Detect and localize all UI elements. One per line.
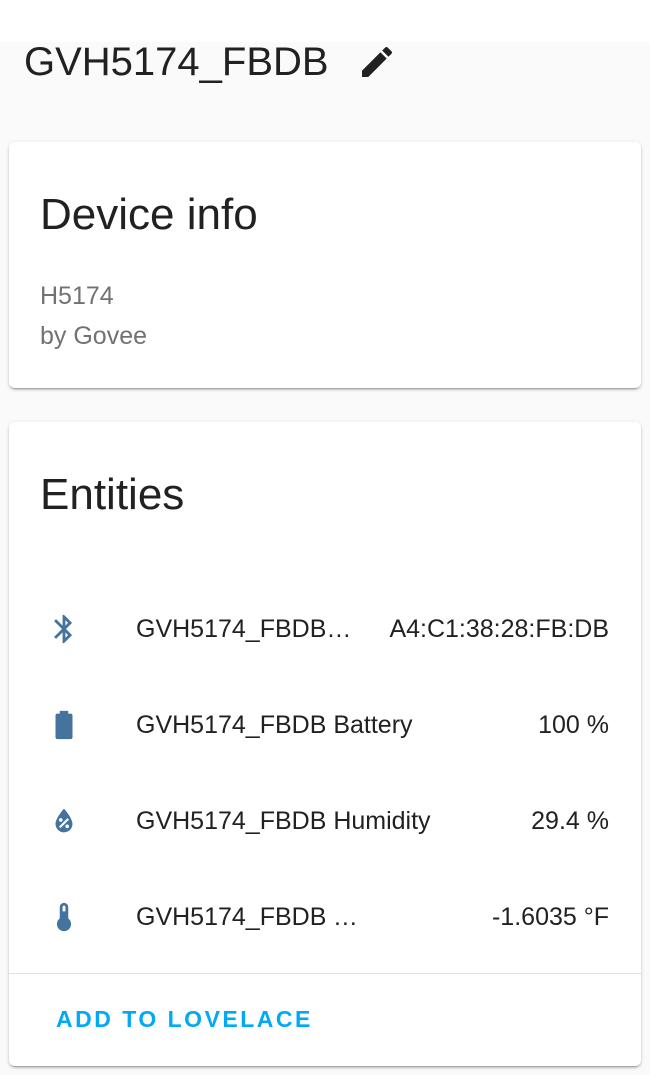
entity-row-battery[interactable]: GVH5174_FBDB Battery 100 % — [9, 693, 641, 757]
add-to-lovelace-button[interactable]: ADD TO LOVELACE — [56, 1006, 313, 1033]
entity-name: GVH5174_FBDB Battery — [136, 710, 413, 739]
entity-name: GVH5174_FBDB Temper… — [136, 902, 364, 931]
edit-button[interactable] — [357, 42, 397, 82]
device-title: GVH5174_FBDB — [24, 39, 329, 84]
thermometer-icon — [47, 897, 81, 937]
entity-value: -1.6035 °F — [491, 902, 609, 931]
device-model: H5174 — [40, 282, 114, 310]
card-divider — [9, 973, 641, 974]
entity-row-temperature[interactable]: GVH5174_FBDB Temper… -1.6035 °F — [9, 885, 641, 949]
entity-name: GVH5174_FBDB… — [136, 614, 352, 643]
entity-value: A4:C1:38:28:FB:DB — [389, 614, 609, 643]
device-info-title: Device info — [40, 190, 258, 239]
device-manufacturer: by Govee — [40, 322, 148, 350]
bluetooth-icon — [47, 609, 81, 649]
water-percent-icon — [47, 801, 81, 841]
entities-title: Entities — [40, 470, 185, 519]
entity-name: GVH5174_FBDB Humidity — [136, 806, 431, 835]
entities-card: Entities GVH5174_FBDB… A4:C1:38:28:FB:DB… — [9, 422, 641, 1066]
entity-value: 100 % — [538, 710, 609, 739]
battery-icon — [47, 705, 81, 745]
device-header: GVH5174_FBDB — [24, 38, 397, 86]
entity-row-humidity[interactable]: GVH5174_FBDB Humidity 29.4 % — [9, 789, 641, 853]
entity-value: 29.4 % — [531, 806, 609, 835]
device-info-card: Device info H5174 by Govee — [9, 142, 641, 388]
pencil-icon — [361, 46, 392, 77]
entity-row-bluetooth[interactable]: GVH5174_FBDB… A4:C1:38:28:FB:DB — [9, 597, 641, 661]
